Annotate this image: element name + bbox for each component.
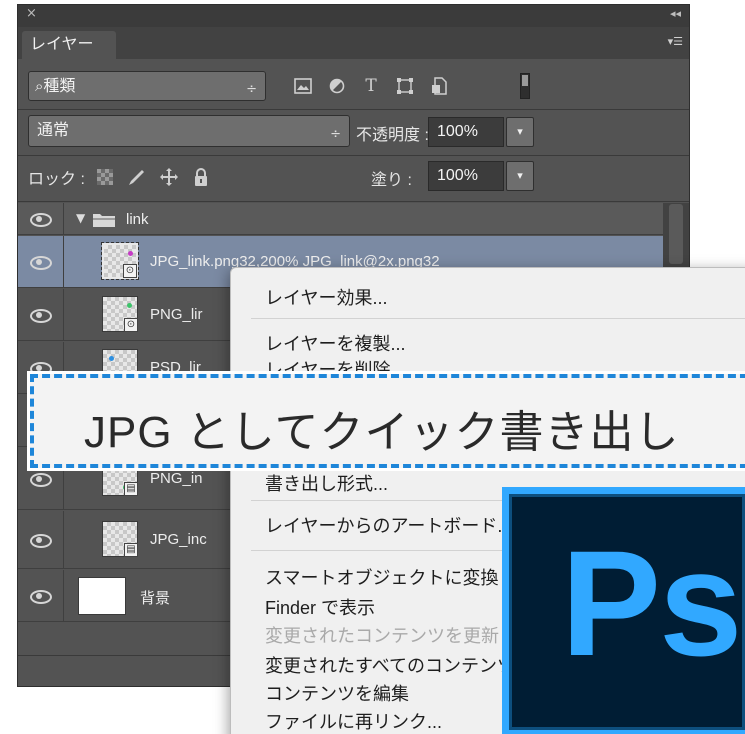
opacity-dropdown-button[interactable]: ▾ — [506, 117, 534, 147]
layer-name: 背景 — [140, 590, 171, 607]
fill-label: 塗り : — [371, 172, 412, 189]
lock-image-icon[interactable] — [125, 165, 149, 189]
color-dot — [128, 251, 133, 256]
menu-item-edit-contents[interactable]: コンテンツを編集 — [265, 680, 409, 706]
opacity-label: 不透明度 : — [356, 127, 429, 144]
eye-icon[interactable] — [30, 213, 52, 227]
menu-item-artboard-from-layers[interactable]: レイヤーからのアートボード... — [265, 512, 512, 538]
eye-icon[interactable] — [30, 473, 52, 487]
divider — [18, 109, 689, 110]
blend-mode-label: 通常 — [37, 122, 70, 139]
visibility-cell — [18, 203, 64, 234]
layer-name: JPG_inc — [150, 531, 207, 548]
image-filter-icon[interactable] — [286, 71, 320, 101]
close-icon[interactable]: × — [26, 6, 37, 21]
scrollbar-thumb[interactable] — [669, 204, 683, 264]
opacity-input[interactable]: 100% — [428, 117, 504, 147]
menu-item-update-modified-content: 変更されたコンテンツを更新 — [265, 626, 499, 646]
filter-toggle-switch[interactable] — [520, 73, 530, 99]
type-filter-icon[interactable]: T — [354, 71, 388, 101]
smart-object-filter-icon[interactable] — [422, 71, 456, 101]
menu-item-layer-effects[interactable]: レイヤー効果... — [265, 284, 387, 310]
embedded-smart-object-icon: ▤ — [124, 482, 138, 496]
folder-icon — [92, 212, 116, 233]
layer-group-row[interactable]: ▼ link — [18, 203, 663, 235]
panel-menu-icon[interactable]: ▾☰ — [668, 35, 683, 48]
blend-mode-select[interactable]: 通常 ÷ — [28, 115, 350, 147]
select-arrows-icon: ÷ — [330, 127, 341, 142]
tab-row — [18, 27, 689, 59]
eye-icon[interactable] — [30, 534, 52, 548]
menu-item-duplicate-layer[interactable]: レイヤーを複製... — [265, 330, 405, 356]
group-name: link — [126, 211, 149, 228]
select-arrows-icon: ÷ — [246, 82, 257, 97]
color-dot — [127, 303, 132, 308]
panel-titlebar: × ◂◂ — [18, 5, 689, 27]
visibility-cell — [18, 289, 64, 340]
shape-filter-icon[interactable] — [388, 71, 422, 101]
layer-thumbnail — [78, 577, 126, 615]
collapse-icon[interactable]: ◂◂ — [670, 7, 681, 20]
menu-item-relink-to-file[interactable]: ファイルに再リンク... — [265, 708, 442, 734]
lock-transparent-icon[interactable] — [93, 165, 117, 189]
eye-icon[interactable] — [30, 309, 52, 323]
fill-dropdown-button[interactable]: ▾ — [506, 161, 534, 191]
filter-type-label: 種類 — [43, 78, 76, 95]
visibility-cell — [18, 570, 64, 621]
menu-item-export-as[interactable]: 書き出し形式... — [265, 470, 388, 496]
layer-thumbnail: ⊙ — [101, 242, 139, 280]
linked-smart-object-icon: ⊙ — [124, 318, 138, 332]
lock-label: ロック : — [28, 171, 85, 188]
layer-name: PNG_in — [150, 470, 203, 487]
lock-row: ロック : — [28, 161, 213, 193]
filter-icons: T — [286, 71, 456, 101]
lock-position-icon[interactable] — [157, 165, 181, 189]
eye-icon[interactable] — [30, 256, 52, 270]
divider — [18, 201, 689, 202]
layer-name: PNG_lir — [150, 306, 203, 323]
embedded-smart-object-icon: ▤ — [124, 543, 138, 557]
layer-thumbnail: ▤ — [102, 521, 138, 557]
menu-item-convert-to-smart-object[interactable]: スマートオブジェクトに変換 — [265, 564, 498, 590]
eye-icon[interactable] — [30, 362, 52, 376]
divider — [18, 155, 689, 156]
quick-export-callout[interactable]: JPG としてクイック書き出し — [30, 374, 745, 468]
color-dot — [109, 356, 114, 361]
lock-all-icon[interactable] — [189, 165, 213, 189]
tab-layers[interactable]: レイヤー — [22, 31, 116, 59]
filter-type-select[interactable]: ⌕種類 ÷ — [28, 71, 266, 101]
adjustment-filter-icon[interactable] — [320, 71, 354, 101]
linked-smart-object-icon: ⊙ — [123, 264, 137, 278]
visibility-cell — [18, 511, 64, 568]
menu-separator — [251, 318, 745, 319]
disclosure-triangle-icon[interactable]: ▼ — [76, 211, 85, 225]
layer-thumbnail: ⊙ — [102, 296, 138, 332]
quick-export-as-jpg-label: JPG としてクイック書き出し — [84, 408, 680, 457]
photoshop-logo: Ps — [502, 487, 745, 734]
menu-item-reveal-in-finder[interactable]: Finder で表示 — [265, 594, 375, 620]
logo-text: Ps — [561, 519, 742, 687]
eye-icon[interactable] — [30, 590, 52, 604]
visibility-cell — [18, 236, 64, 287]
fill-input[interactable]: 100% — [428, 161, 504, 191]
